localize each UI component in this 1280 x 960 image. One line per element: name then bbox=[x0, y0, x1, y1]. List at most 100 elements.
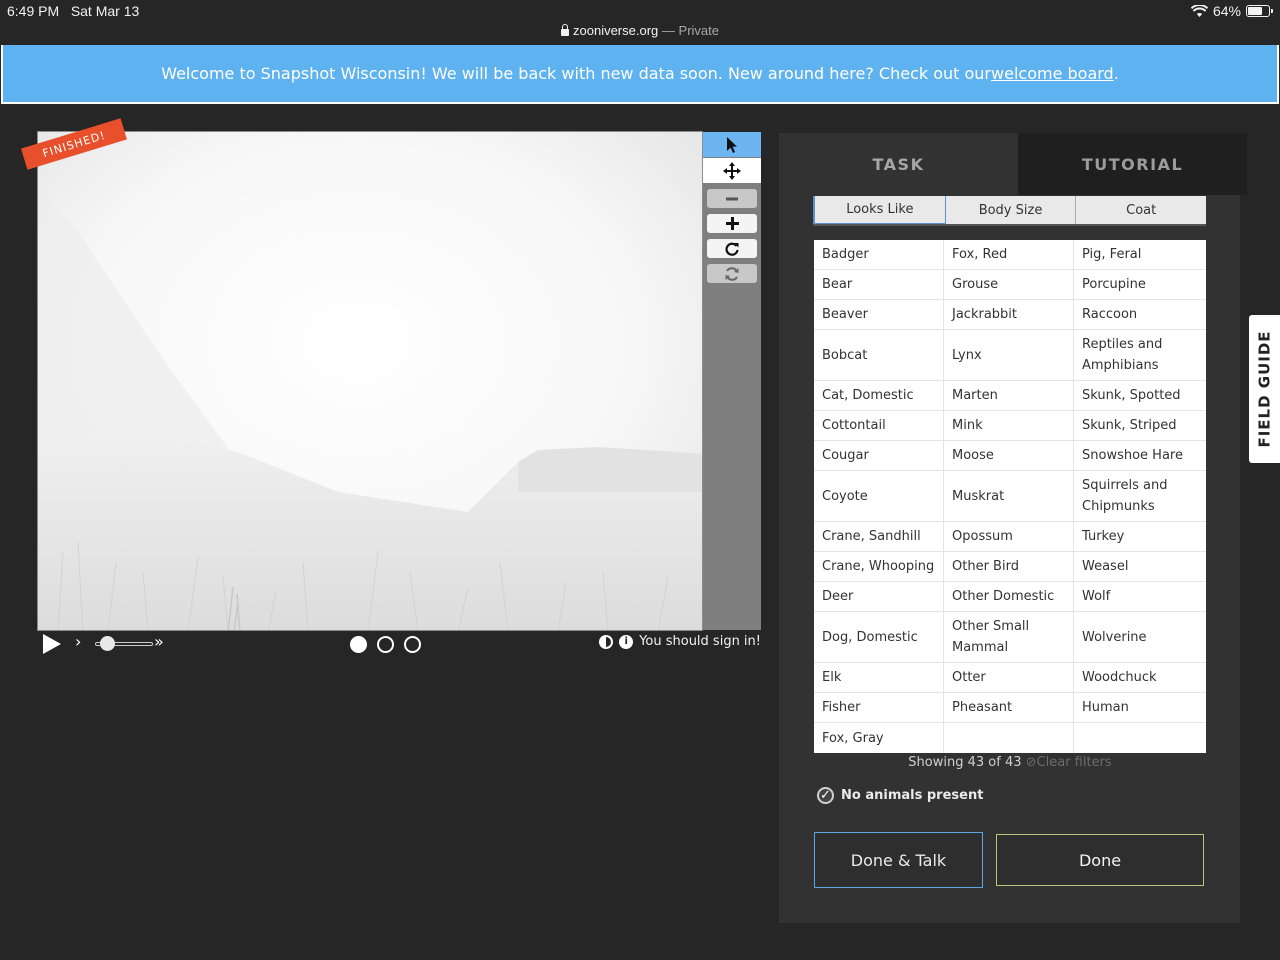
cursor-icon bbox=[727, 136, 737, 153]
tab-task[interactable]: TASK bbox=[779, 133, 1018, 195]
done-and-talk-button[interactable]: Done & Talk bbox=[814, 832, 983, 888]
choice-bear[interactable]: Bear bbox=[814, 270, 943, 300]
no-animals-label: No animals present bbox=[841, 788, 984, 803]
choice-fox-gray[interactable]: Fox, Gray bbox=[814, 723, 943, 753]
rotate-button[interactable] bbox=[707, 239, 757, 258]
frame-selector bbox=[350, 636, 421, 653]
choice-cottontail[interactable]: Cottontail bbox=[814, 411, 943, 441]
choice-beaver[interactable]: Beaver bbox=[814, 300, 943, 330]
faster-icon[interactable]: » bbox=[154, 632, 164, 651]
private-label: — Private bbox=[661, 23, 719, 38]
move-tool-button[interactable] bbox=[703, 158, 761, 183]
sign-in-prompt[interactable]: You should sign in! bbox=[639, 634, 761, 649]
rotate-icon bbox=[725, 242, 739, 256]
choice-skunk-striped[interactable]: Skunk, Striped bbox=[1074, 411, 1206, 441]
filter-looks-like[interactable]: Looks Like bbox=[813, 196, 946, 224]
reset-button[interactable] bbox=[707, 264, 757, 283]
subject-controls: › » i You should sign in! bbox=[37, 632, 761, 656]
field-guide-tab[interactable]: FIELD GUIDE bbox=[1249, 315, 1280, 463]
choice-dog-domestic[interactable]: Dog, Domestic bbox=[814, 612, 943, 663]
plus-icon bbox=[725, 217, 739, 230]
choice-woodchuck[interactable]: Woodchuck bbox=[1074, 663, 1206, 693]
filter-body-size[interactable]: Body Size bbox=[945, 196, 1077, 224]
no-animals-checkbox[interactable]: ✓ No animals present bbox=[817, 787, 983, 804]
choice-other-bird[interactable]: Other Bird bbox=[944, 552, 1073, 582]
choice-other-domestic[interactable]: Other Domestic bbox=[944, 582, 1073, 612]
speed-slider-handle[interactable] bbox=[100, 636, 115, 651]
url-text: zooniverse.org bbox=[573, 23, 659, 38]
zoom-out-button[interactable] bbox=[707, 189, 757, 208]
choice-crane-sandhill[interactable]: Crane, Sandhill bbox=[814, 522, 943, 552]
annotate-tool-button[interactable] bbox=[703, 132, 761, 157]
clear-filters-button[interactable]: ⊘Clear filters bbox=[1026, 755, 1112, 770]
field-guide-label: FIELD GUIDE bbox=[1255, 330, 1274, 448]
choice-muskrat[interactable]: Muskrat bbox=[944, 471, 1073, 522]
play-button[interactable] bbox=[43, 634, 61, 654]
frame-dot-2[interactable] bbox=[377, 636, 394, 653]
choice-column-3: Pig, Feral Porcupine Raccoon Reptiles an… bbox=[1074, 240, 1206, 753]
subject-image[interactable] bbox=[37, 131, 703, 631]
choice-pheasant[interactable]: Pheasant bbox=[944, 693, 1073, 723]
choice-raccoon[interactable]: Raccoon bbox=[1074, 300, 1206, 330]
choice-jackrabbit[interactable]: Jackrabbit bbox=[944, 300, 1073, 330]
status-time: 6:49 PM Sat Mar 13 bbox=[7, 3, 140, 19]
choice-other-small-mammal[interactable]: Other Small Mammal bbox=[944, 612, 1073, 663]
choice-count: Showing 43 of 43 ⊘Clear filters bbox=[814, 755, 1206, 770]
choice-grid: Badger Bear Beaver Bobcat Cat, Domestic … bbox=[814, 240, 1206, 753]
wifi-icon bbox=[1190, 5, 1208, 17]
choice-cougar[interactable]: Cougar bbox=[814, 441, 943, 471]
choice-crane-whooping[interactable]: Crane, Whooping bbox=[814, 552, 943, 582]
characteristic-filters: Looks Like Body Size Coat bbox=[813, 196, 1207, 226]
choice-snowshoe-hare[interactable]: Snowshoe Hare bbox=[1074, 441, 1206, 471]
choice-coyote[interactable]: Coyote bbox=[814, 471, 943, 522]
filter-coat[interactable]: Coat bbox=[1076, 196, 1207, 224]
panel-tabs: TASK TUTORIAL bbox=[779, 133, 1247, 195]
choice-porcupine[interactable]: Porcupine bbox=[1074, 270, 1206, 300]
done-button[interactable]: Done bbox=[996, 834, 1204, 886]
choice-fisher[interactable]: Fisher bbox=[814, 693, 943, 723]
tab-tutorial[interactable]: TUTORIAL bbox=[1018, 133, 1247, 195]
task-panel: TASK TUTORIAL Looks Like Body Size Coat … bbox=[779, 133, 1247, 923]
invert-colors-icon[interactable] bbox=[599, 634, 614, 649]
choice-turkey[interactable]: Turkey bbox=[1074, 522, 1206, 552]
info-icon[interactable]: i bbox=[619, 634, 634, 649]
choice-elk[interactable]: Elk bbox=[814, 663, 943, 693]
choice-wolf[interactable]: Wolf bbox=[1074, 582, 1206, 612]
welcome-board-link[interactable]: welcome board bbox=[991, 64, 1114, 83]
address-bar[interactable]: zooniverse.org — Private bbox=[0, 23, 1280, 38]
choice-badger[interactable]: Badger bbox=[814, 240, 943, 270]
choice-opossum[interactable]: Opossum bbox=[944, 522, 1073, 552]
minus-icon bbox=[726, 197, 738, 200]
choice-fox-red[interactable]: Fox, Red bbox=[944, 240, 1073, 270]
frame-dot-1[interactable] bbox=[350, 636, 367, 653]
choice-marten[interactable]: Marten bbox=[944, 381, 1073, 411]
banner-end: . bbox=[1113, 64, 1119, 83]
choice-grouse[interactable]: Grouse bbox=[944, 270, 1073, 300]
viewer-meta: i You should sign in! bbox=[599, 634, 761, 649]
battery-percent: 64% bbox=[1212, 3, 1241, 19]
choice-weasel[interactable]: Weasel bbox=[1074, 552, 1206, 582]
frame-dot-3[interactable] bbox=[404, 636, 421, 653]
choice-wolverine[interactable]: Wolverine bbox=[1074, 612, 1206, 663]
announcement-banner: Welcome to Snapshot Wisconsin! We will b… bbox=[1, 45, 1279, 104]
choice-lynx[interactable]: Lynx bbox=[944, 330, 1073, 381]
banner-text: Welcome to Snapshot Wisconsin! We will b… bbox=[161, 64, 992, 83]
choice-moose[interactable]: Moose bbox=[944, 441, 1073, 471]
choice-reptiles-amphibians[interactable]: Reptiles and Amphibians bbox=[1074, 330, 1206, 381]
choice-otter[interactable]: Otter bbox=[944, 663, 1073, 693]
choice-skunk-spotted[interactable]: Skunk, Spotted bbox=[1074, 381, 1206, 411]
choice-pig-feral[interactable]: Pig, Feral bbox=[1074, 240, 1206, 270]
choice-squirrels-chipmunks[interactable]: Squirrels and Chipmunks bbox=[1074, 471, 1206, 522]
slower-icon[interactable]: › bbox=[75, 632, 81, 651]
ios-status-bar: 6:49 PM Sat Mar 13 zooniverse.org — Priv… bbox=[0, 0, 1280, 45]
choice-column-2: Fox, Red Grouse Jackrabbit Lynx Marten M… bbox=[944, 240, 1074, 753]
choice-mink[interactable]: Mink bbox=[944, 411, 1073, 441]
showing-count: Showing 43 of 43 bbox=[908, 755, 1022, 770]
choice-bobcat[interactable]: Bobcat bbox=[814, 330, 943, 381]
checkmark-icon: ✓ bbox=[817, 787, 834, 804]
refresh-icon bbox=[725, 266, 739, 281]
zoom-in-button[interactable] bbox=[707, 214, 757, 233]
choice-deer[interactable]: Deer bbox=[814, 582, 943, 612]
choice-human[interactable]: Human bbox=[1074, 693, 1206, 723]
choice-cat-domestic[interactable]: Cat, Domestic bbox=[814, 381, 943, 411]
